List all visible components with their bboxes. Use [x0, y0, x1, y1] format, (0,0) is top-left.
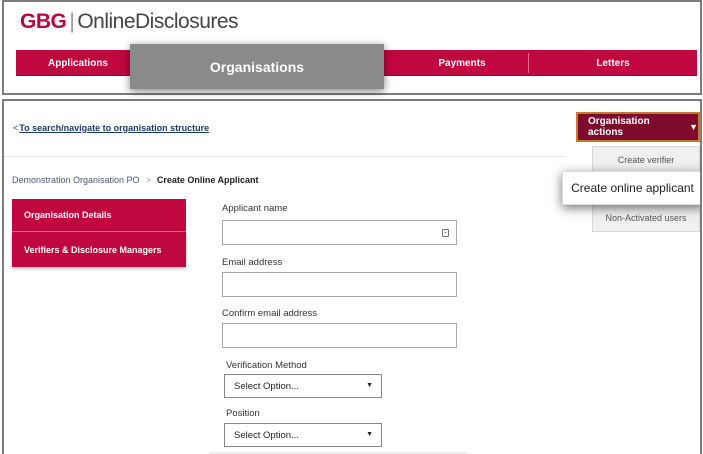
verification-method-label: Verification Method [226, 360, 307, 371]
organisation-actions-label: Organisation actions [588, 116, 650, 138]
applicant-name-label: Applicant name [222, 203, 288, 214]
side-menu-organisation-details[interactable]: Organisation Details [12, 199, 186, 232]
nav-organisations-active[interactable]: Organisations [130, 44, 384, 89]
email-input[interactable] [222, 272, 457, 297]
side-menu-verifiers-disclosure-managers[interactable]: Verifiers & Disclosure Managers [12, 232, 186, 267]
breadcrumb-current: Create Online Applicant [156, 175, 259, 185]
nav-letters[interactable]: Letters [529, 50, 697, 76]
autofill-icon: ▪ [442, 229, 449, 237]
email-label: Email address [222, 257, 283, 268]
logo-separator: | [69, 10, 75, 33]
organisation-actions-button[interactable]: Organisation actions ▼ [576, 112, 700, 142]
breadcrumb: Demonstration Organisation PO > Create Onl… [12, 175, 259, 185]
menu-item-non-activated-users[interactable]: Non-Activated users [593, 213, 699, 223]
chevron-left-icon: < [13, 123, 19, 133]
content-panel: <To search/navigate to organisation stru… [2, 99, 702, 454]
caret-down-icon: ▼ [689, 122, 698, 132]
app-logo[interactable]: GBG | OnlineDisclosures [20, 10, 239, 34]
menu-item-create-online-applicant[interactable]: Create online applicant [562, 171, 700, 205]
breadcrumb-parent[interactable]: Demonstration Organisation PO [12, 175, 140, 185]
logo-brand: GBG [20, 10, 67, 33]
confirm-email-label: Confirm email address [222, 308, 318, 319]
position-value: Select Option... [234, 429, 299, 441]
header-panel: GBG | OnlineDisclosures Applications Payme… [2, 0, 702, 95]
menu-item-create-verifier[interactable]: Create verifier [593, 155, 699, 165]
position-select[interactable]: Select Option... ▼ [224, 423, 382, 447]
back-link-label: To search/navigate to organisation struc… [19, 123, 210, 133]
applicant-name-input[interactable]: ▪ [222, 220, 457, 245]
nav-payments[interactable]: Payments [396, 50, 528, 76]
caret-down-icon: ▼ [366, 382, 373, 389]
nav-applications[interactable]: Applications [16, 50, 140, 76]
side-menu: Organisation Details Verifiers & Disclos… [12, 199, 186, 267]
breadcrumb-separator-icon: > [145, 175, 151, 185]
divider [4, 156, 564, 157]
verification-method-value: Select Option... [234, 380, 299, 392]
verification-method-select[interactable]: Select Option... ▼ [224, 374, 382, 398]
confirm-email-input[interactable] [222, 323, 457, 348]
position-label: Position [226, 408, 260, 419]
caret-down-icon: ▼ [366, 431, 373, 438]
logo-product: OnlineDisclosures [77, 10, 239, 33]
back-to-search-link[interactable]: <To search/navigate to organisation stru… [13, 123, 209, 133]
